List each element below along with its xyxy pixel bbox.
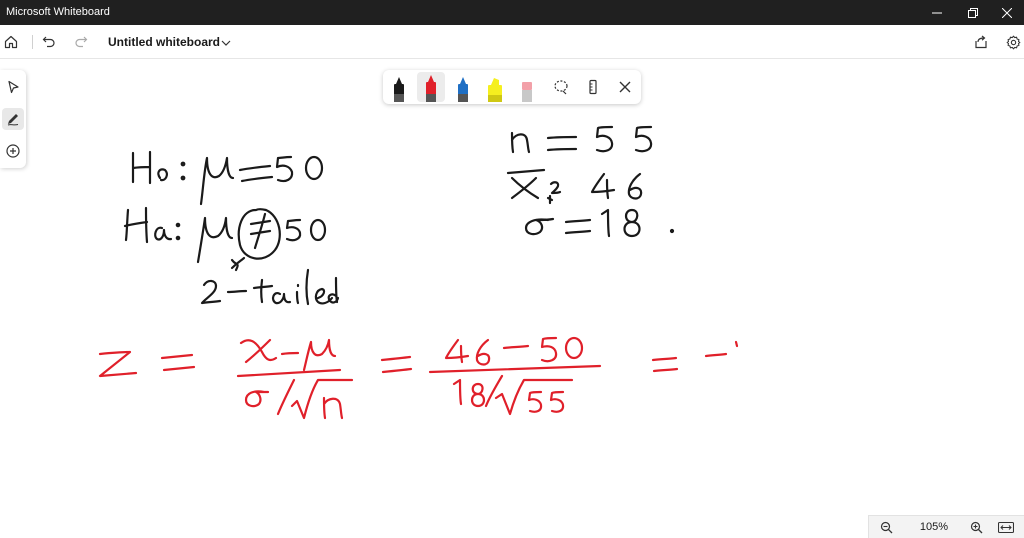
close-icon — [1002, 7, 1012, 18]
minimize-icon — [932, 12, 942, 13]
yellow-highlighter-tool[interactable] — [481, 72, 509, 102]
pointer-icon — [8, 80, 19, 94]
whiteboard-canvas[interactable] — [0, 59, 1024, 515]
home-button[interactable] — [0, 32, 22, 52]
fit-to-screen-button[interactable] — [997, 519, 1015, 536]
title-bar: Microsoft Whiteboard — [0, 0, 1024, 25]
ruler-tool[interactable] — [579, 72, 607, 102]
zoom-out-button[interactable] — [877, 519, 895, 536]
ink-std-dev — [524, 208, 675, 238]
chevron-down-icon[interactable] — [220, 36, 232, 54]
red-pen-tool[interactable] — [417, 72, 445, 102]
ink-sample-mean — [506, 168, 643, 205]
pen-icon — [7, 114, 19, 126]
header-divider — [32, 35, 33, 49]
close-icon — [619, 81, 631, 93]
minimize-button[interactable] — [920, 0, 954, 25]
undo-icon — [42, 36, 55, 48]
gear-icon — [1006, 35, 1020, 49]
add-button[interactable] — [2, 140, 24, 162]
undo-button[interactable] — [38, 32, 60, 52]
settings-button[interactable] — [1002, 32, 1024, 52]
highlighter-icon — [488, 78, 502, 102]
share-icon — [975, 35, 987, 49]
restore-icon — [968, 7, 978, 18]
share-button[interactable] — [970, 32, 992, 52]
zoom-level: 105% — [919, 521, 949, 533]
board-title[interactable]: Untitled whiteboard — [108, 35, 220, 49]
close-window-button[interactable] — [990, 0, 1024, 25]
ink-null-hypothesis — [131, 150, 324, 206]
left-toolbar — [0, 70, 26, 168]
pen-tool-button[interactable] — [2, 108, 24, 130]
zoom-out-icon — [880, 521, 892, 534]
restore-button[interactable] — [956, 0, 990, 25]
home-icon — [4, 35, 18, 49]
ink-sample-size — [510, 125, 653, 154]
fit-screen-icon — [998, 521, 1014, 534]
zoom-in-icon — [970, 521, 982, 534]
app-title: Microsoft Whiteboard — [6, 6, 110, 18]
inking-toolbar — [383, 70, 641, 104]
lasso-select-tool[interactable] — [547, 72, 575, 102]
app-header: Untitled whiteboard — [0, 25, 1024, 59]
eraser-icon — [522, 82, 532, 102]
close-toolbar-button[interactable] — [611, 72, 639, 102]
red-pen-icon — [426, 75, 436, 102]
ink-alternative-hypothesis — [123, 206, 327, 264]
eraser-tool[interactable] — [513, 72, 541, 102]
redo-button[interactable] — [70, 32, 92, 52]
select-tool-button[interactable] — [2, 76, 24, 98]
zoom-in-button[interactable] — [967, 519, 985, 536]
zoom-bar: 105% — [868, 515, 1024, 538]
black-pen-tool[interactable] — [385, 72, 413, 102]
lasso-icon — [554, 80, 568, 95]
ink-two-tailed-note — [200, 256, 340, 306]
ruler-icon — [589, 79, 597, 95]
redo-icon — [75, 36, 88, 48]
blue-pen-icon — [458, 77, 468, 102]
ink-z-formula — [98, 336, 739, 420]
plus-circle-icon — [6, 144, 20, 158]
black-pen-icon — [394, 77, 404, 102]
blue-pen-tool[interactable] — [449, 72, 477, 102]
